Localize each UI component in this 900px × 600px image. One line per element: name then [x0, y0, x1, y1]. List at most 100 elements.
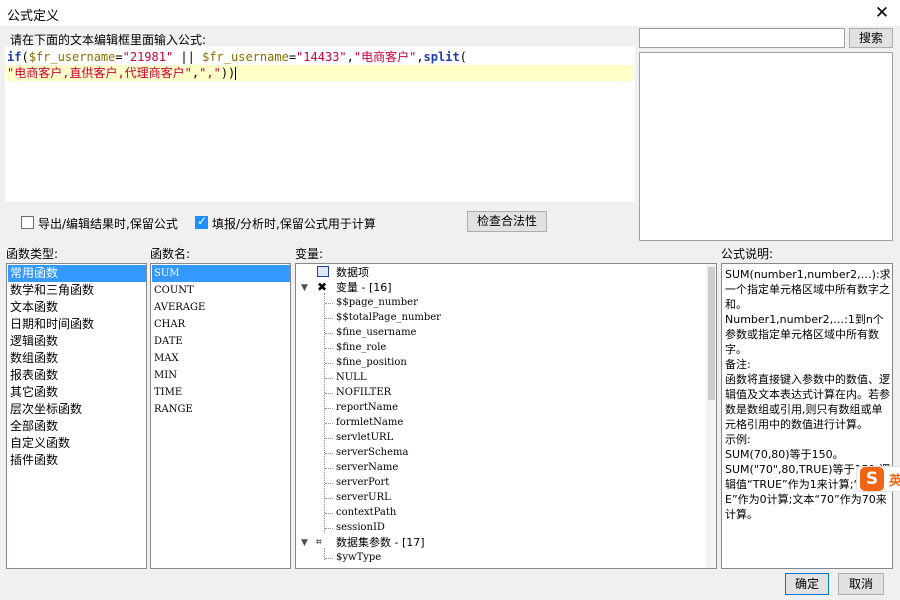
tree-connector [325, 333, 333, 334]
variable-item[interactable]: $fine_role [336, 340, 386, 355]
function-type-item[interactable]: 层次坐标函数 [8, 401, 146, 418]
function-name-item[interactable]: DATE [152, 333, 290, 350]
code-token: "电商客户" [353, 50, 417, 64]
function-type-item[interactable]: 日期和时间函数 [8, 316, 146, 333]
dataset-params-icon: ⌗ [316, 537, 322, 548]
keep-formula-export-checkbox[interactable] [21, 216, 34, 229]
search-results-list[interactable] [639, 52, 893, 241]
tree-connector [324, 548, 325, 560]
tree-connector [325, 498, 333, 499]
code-token: , [346, 50, 354, 64]
function-type-item[interactable]: 数学和三角函数 [8, 282, 146, 299]
variable-item[interactable]: $fine_username [336, 325, 416, 340]
code-token: "14433" [296, 50, 347, 64]
ok-button[interactable]: 确定 [785, 573, 829, 595]
check-validity-button[interactable]: 检查合法性 [467, 211, 547, 232]
tree-connector [325, 378, 333, 379]
tree-connector [325, 318, 333, 319]
data-items-icon [317, 266, 329, 277]
variable-item[interactable]: NOFILTER [336, 385, 391, 400]
variables-node[interactable]: 变量 - [16] [336, 280, 392, 295]
close-button[interactable]: ✕ [870, 3, 894, 23]
variable-item[interactable]: reportName [336, 400, 398, 415]
tree-connector [325, 348, 333, 349]
search-button[interactable]: 搜索 [849, 28, 893, 48]
function-type-label: 函数类型: [6, 247, 59, 261]
formula-description-label: 公式说明: [721, 247, 774, 261]
variable-item[interactable]: serverPort [336, 475, 389, 490]
tree-connector [325, 438, 333, 439]
code-token: "21981" [122, 50, 174, 64]
function-type-item[interactable]: 常用函数 [8, 265, 146, 282]
variable-item[interactable]: serverSchema [336, 445, 408, 460]
variables-tree[interactable]: 数据项 ▼ ✖ 变量 - [16] $$page_number $$totalPage_n… [295, 263, 717, 569]
function-type-item[interactable]: 其它函数 [8, 384, 146, 401]
tree-connector [325, 483, 333, 484]
function-name-item[interactable]: RANGE [152, 401, 290, 418]
keep-formula-fill-checkbox[interactable] [195, 214, 208, 229]
variable-item[interactable]: $$totalPage_number [336, 310, 441, 325]
variables-scrollbar-thumb[interactable] [708, 267, 715, 400]
code-token: split [423, 50, 460, 64]
function-name-item[interactable]: TIME [152, 384, 290, 401]
keep-formula-fill-label[interactable]: 填报/分析时,保留公式用于计算 [212, 215, 376, 232]
code-token: $fr_username [202, 50, 289, 64]
code-line-current: "电商客户,直供客户,代理商客户",",")) [5, 65, 633, 81]
tree-connector [325, 528, 333, 529]
code-token: = [288, 50, 297, 64]
collapse-arrow-icon[interactable]: ▼ [301, 281, 308, 296]
dataset-params-node[interactable]: 数据集参数 - [17] [336, 535, 425, 550]
code-token: "电商客户,直供客户,代理商客户" [7, 66, 192, 80]
tree-connector [325, 408, 333, 409]
code-token: || [173, 50, 203, 64]
variable-item[interactable]: serverName [336, 460, 398, 475]
function-name-item[interactable]: CHAR [152, 316, 290, 333]
data-items-node[interactable]: 数据项 [336, 265, 369, 280]
function-name-item[interactable]: AVERAGE [152, 299, 290, 316]
variable-item[interactable]: formletName [336, 415, 403, 430]
function-type-item[interactable]: 全部函数 [8, 418, 146, 435]
code-token: )) [220, 66, 236, 80]
variable-item[interactable]: $$page_number [336, 295, 418, 310]
code-token: ( [459, 50, 467, 64]
variable-item[interactable]: contextPath [336, 505, 396, 520]
function-name-list[interactable]: SUM COUNT AVERAGE CHAR DATE MAX MIN TIME RANGE [150, 263, 291, 569]
tree-connector [325, 513, 333, 514]
sogou-ime-icon[interactable]: S [860, 467, 884, 491]
variable-item[interactable]: $fine_position [336, 355, 407, 370]
search-input[interactable] [639, 28, 845, 48]
function-type-item[interactable]: 报表函数 [8, 367, 146, 384]
function-type-item[interactable]: 逻辑函数 [8, 333, 146, 350]
function-name-item[interactable]: COUNT [152, 282, 290, 299]
code-token: "," [199, 66, 221, 80]
function-type-item[interactable]: 数组函数 [8, 350, 146, 367]
variable-item[interactable]: sessionID [336, 520, 385, 535]
ime-mode-indicator[interactable]: 英 [889, 470, 900, 489]
text-caret [235, 67, 237, 80]
variable-item[interactable]: serverURL [336, 490, 391, 505]
variables-folder-icon: ✖ [317, 280, 328, 294]
keep-formula-export-label[interactable]: 导出/编辑结果时,保留公式 [38, 215, 178, 232]
function-type-item[interactable]: 文本函数 [8, 299, 146, 316]
function-type-item[interactable]: 插件函数 [8, 452, 146, 469]
code-line: if($fr_username="21981" || $fr_username=… [7, 49, 467, 65]
formula-editor[interactable]: if($fr_username="21981" || $fr_username=… [5, 46, 635, 202]
tree-connector [325, 468, 333, 469]
variables-label: 变量: [295, 247, 324, 261]
code-token: , [416, 50, 424, 64]
function-name-item[interactable]: MIN [152, 367, 290, 384]
collapse-arrow-icon[interactable]: ▼ [301, 536, 308, 551]
function-type-list[interactable]: 常用函数 数学和三角函数 文本函数 日期和时间函数 逻辑函数 数组函数 报表函数 其它函数 层次… [6, 263, 147, 569]
tree-connector [325, 423, 333, 424]
function-name-item[interactable]: MAX [152, 350, 290, 367]
dataset-param-item[interactable]: $ywType [336, 550, 381, 565]
variable-item[interactable]: servletURL [336, 430, 393, 445]
function-type-item[interactable]: 自定义函数 [8, 435, 146, 452]
function-name-item[interactable]: SUM [152, 265, 290, 282]
tree-connector [325, 453, 333, 454]
variable-item[interactable]: NULL [336, 370, 366, 385]
tree-connector [324, 293, 325, 533]
cancel-button[interactable]: 取消 [838, 573, 884, 595]
tree-connector [325, 363, 333, 364]
tree-connector [325, 303, 333, 304]
